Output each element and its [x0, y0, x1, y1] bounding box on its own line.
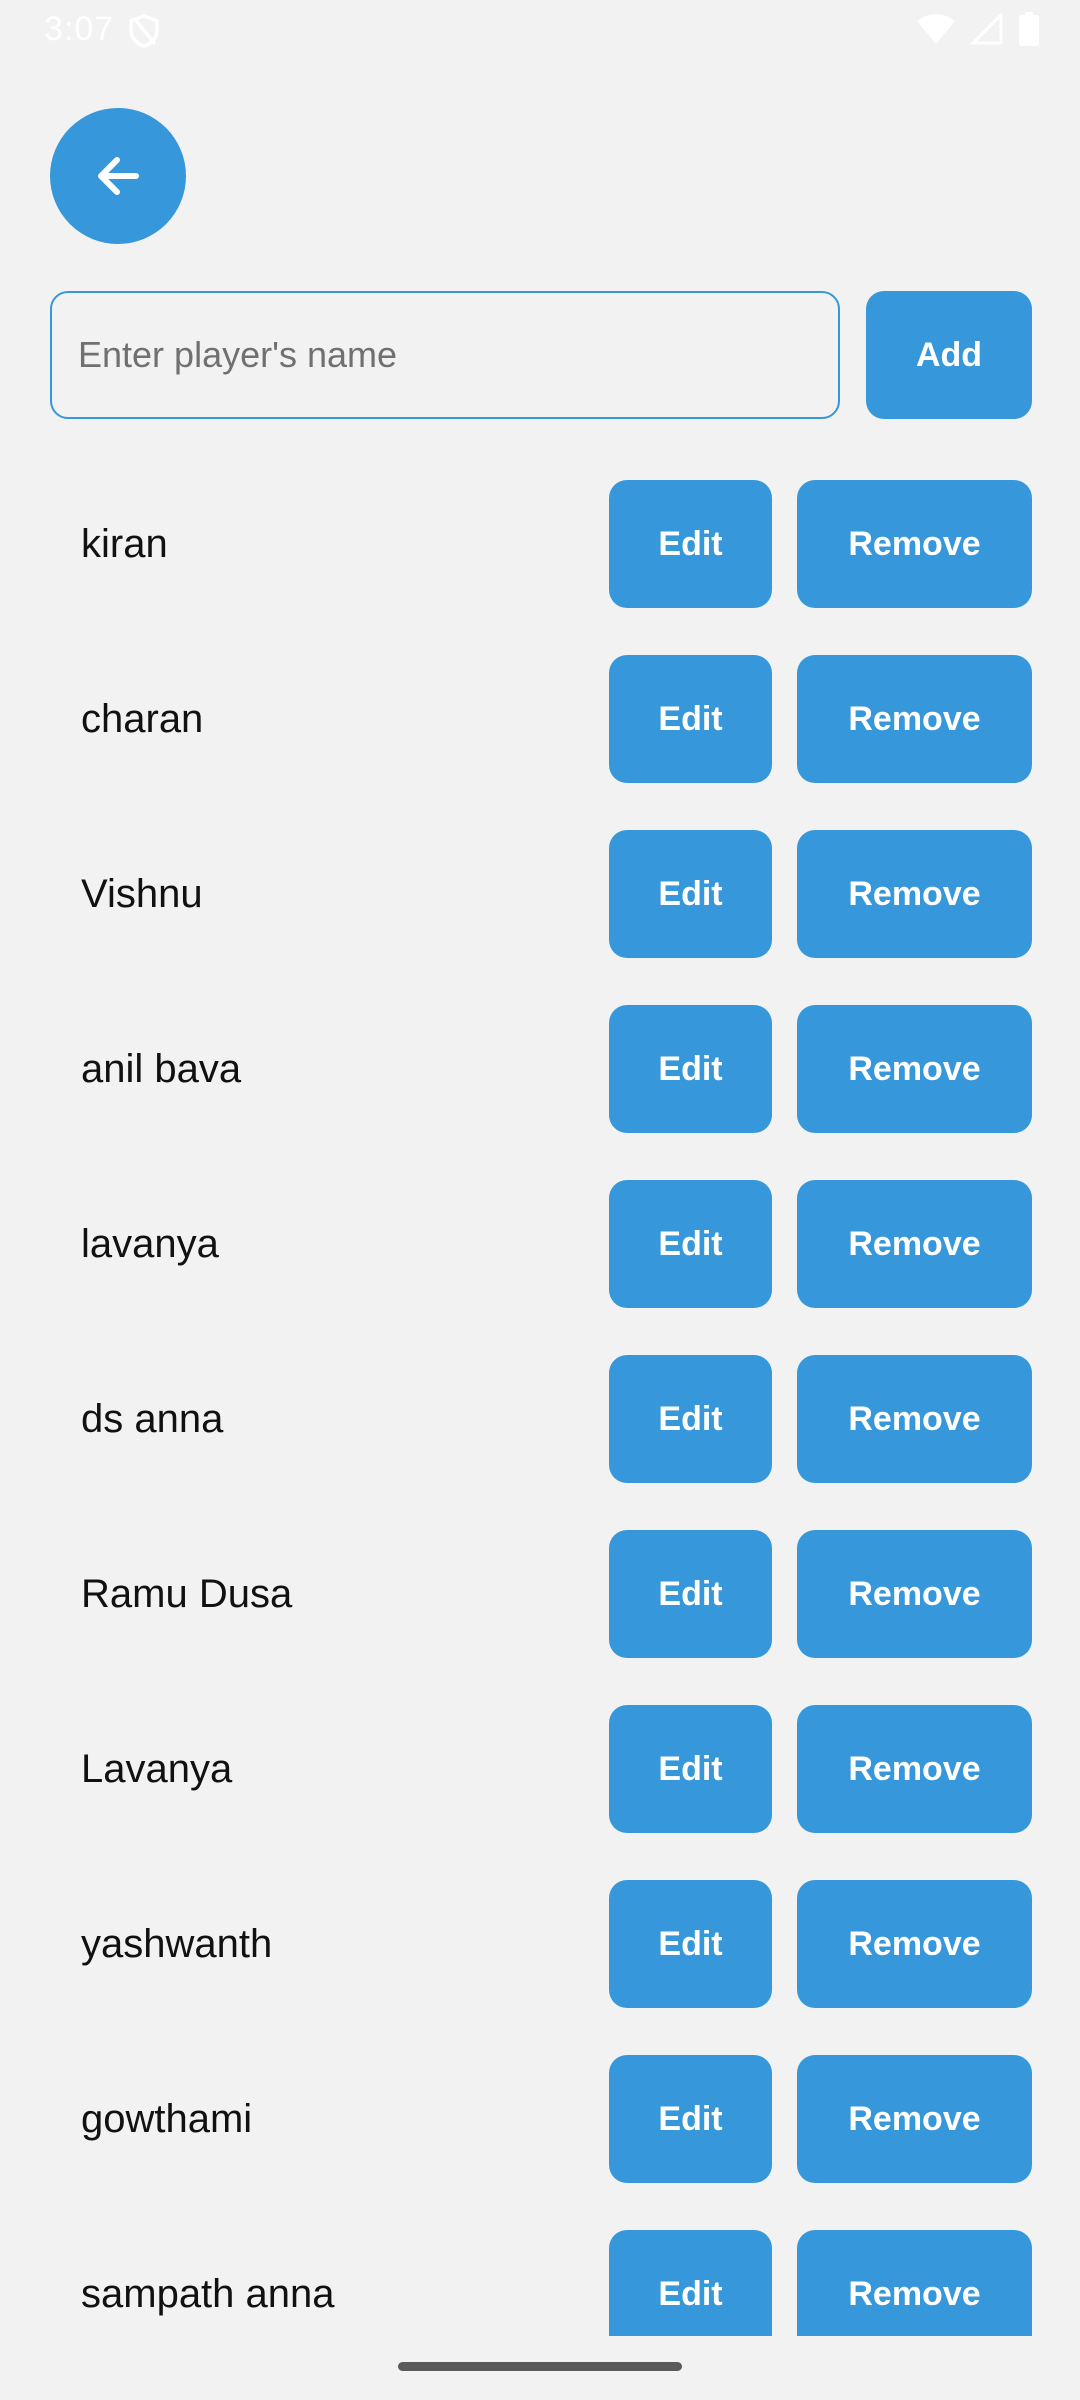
remove-button[interactable]: Remove [797, 1880, 1032, 2008]
player-row: charan Edit Remove [0, 655, 1080, 830]
status-icons [916, 12, 1040, 46]
remove-button[interactable]: Remove [797, 1180, 1032, 1308]
player-row: yashwanth Edit Remove [0, 1880, 1080, 2055]
player-name-input[interactable] [50, 291, 840, 419]
edit-button[interactable]: Edit [609, 830, 772, 958]
edit-button[interactable]: Edit [609, 1530, 772, 1658]
cellular-icon [970, 12, 1003, 45]
remove-button[interactable]: Remove [797, 1530, 1032, 1658]
player-name: gowthami [81, 2097, 253, 2141]
player-row: Lavanya Edit Remove [0, 1705, 1080, 1880]
player-row: kiran Edit Remove [0, 480, 1080, 655]
player-row: lavanya Edit Remove [0, 1180, 1080, 1355]
player-name: ds anna [81, 1397, 224, 1441]
remove-button[interactable]: Remove [797, 1355, 1032, 1483]
edit-button[interactable]: Edit [609, 1705, 772, 1833]
player-name: kiran [81, 522, 168, 566]
edit-button[interactable]: Edit [609, 1880, 772, 2008]
player-name: sampath anna [81, 2272, 335, 2316]
player-name: Lavanya [81, 1747, 233, 1791]
player-name: lavanya [81, 1222, 219, 1266]
edit-button[interactable]: Edit [609, 1005, 772, 1133]
edit-button[interactable]: Edit [609, 655, 772, 783]
shield-icon [129, 14, 159, 48]
remove-button[interactable]: Remove [797, 480, 1032, 608]
gesture-nav-bar[interactable] [398, 2362, 682, 2371]
player-row: anil bava Edit Remove [0, 1005, 1080, 1180]
player-row: ds anna Edit Remove [0, 1355, 1080, 1530]
status-bar: 3:07 [0, 0, 1080, 62]
wifi-icon [917, 14, 955, 44]
player-name: Ramu Dusa [81, 1572, 293, 1616]
edit-button[interactable]: Edit [609, 480, 772, 608]
edit-button[interactable]: Edit [609, 1355, 772, 1483]
player-list[interactable]: kiran Edit Remove charan Edit Remove Vis… [0, 480, 1080, 2336]
edit-button[interactable]: Edit [609, 2055, 772, 2183]
back-button[interactable] [50, 108, 186, 244]
arrow-left-icon [98, 157, 139, 195]
remove-button[interactable]: Remove [797, 830, 1032, 958]
player-row: sampath anna Edit Remove [0, 2230, 1080, 2336]
edit-button[interactable]: Edit [609, 1180, 772, 1308]
remove-button[interactable]: Remove [797, 655, 1032, 783]
status-time: 3:07 [44, 10, 115, 48]
player-row: Vishnu Edit Remove [0, 830, 1080, 1005]
edit-button[interactable]: Edit [609, 2230, 772, 2336]
player-name: anil bava [81, 1047, 242, 1091]
player-name: charan [81, 697, 204, 741]
remove-button[interactable]: Remove [797, 1005, 1032, 1133]
player-name: Vishnu [81, 872, 203, 916]
battery-icon [1019, 12, 1039, 46]
remove-button[interactable]: Remove [797, 1705, 1032, 1833]
add-button[interactable]: Add [866, 291, 1032, 419]
player-row: Ramu Dusa Edit Remove [0, 1530, 1080, 1705]
player-name: yashwanth [81, 1922, 273, 1966]
remove-button[interactable]: Remove [797, 2230, 1032, 2336]
player-row: gowthami Edit Remove [0, 2055, 1080, 2230]
remove-button[interactable]: Remove [797, 2055, 1032, 2183]
